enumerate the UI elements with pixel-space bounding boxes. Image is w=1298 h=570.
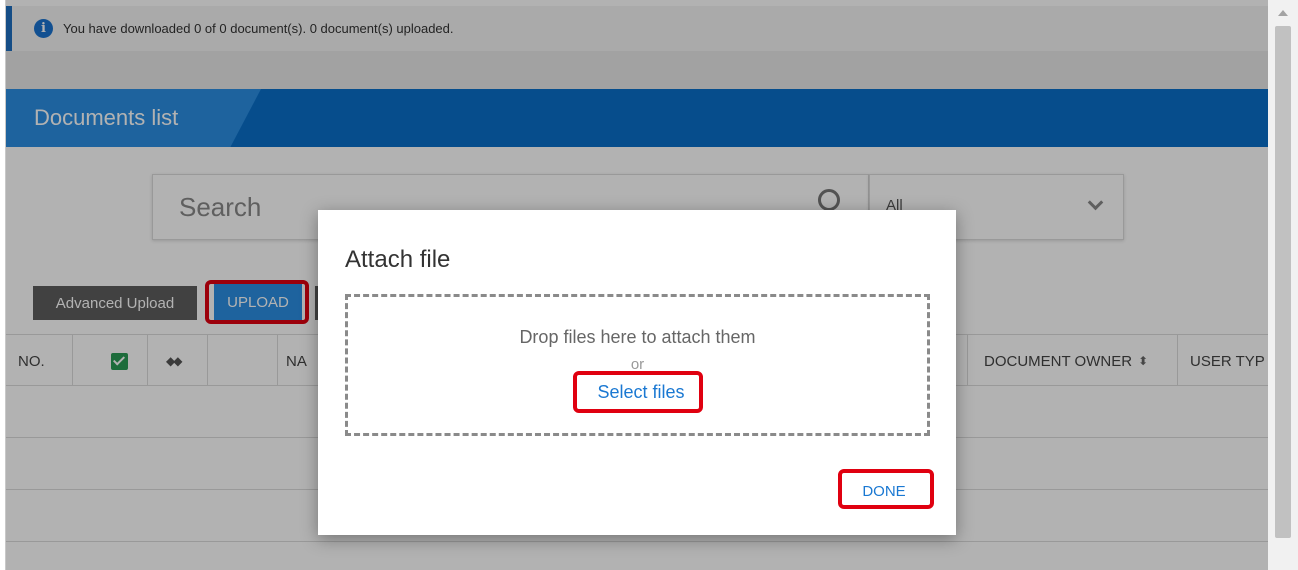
dialog-title: Attach file bbox=[345, 246, 451, 273]
dropzone-instructions: Drop files here to attach them bbox=[519, 327, 756, 347]
select-files-link[interactable]: Select files bbox=[591, 373, 691, 411]
dropzone-or: or bbox=[630, 356, 645, 373]
file-dropzone[interactable]: Drop files here to attach them or Select… bbox=[345, 294, 930, 436]
attach-file-dialog: Attach file Drop files here to attach th… bbox=[318, 210, 956, 535]
scroll-up-icon[interactable] bbox=[1278, 10, 1288, 16]
done-button[interactable]: DONE bbox=[839, 473, 929, 509]
vertical-scrollbar[interactable] bbox=[1268, 0, 1298, 570]
scroll-thumb[interactable] bbox=[1275, 26, 1291, 538]
